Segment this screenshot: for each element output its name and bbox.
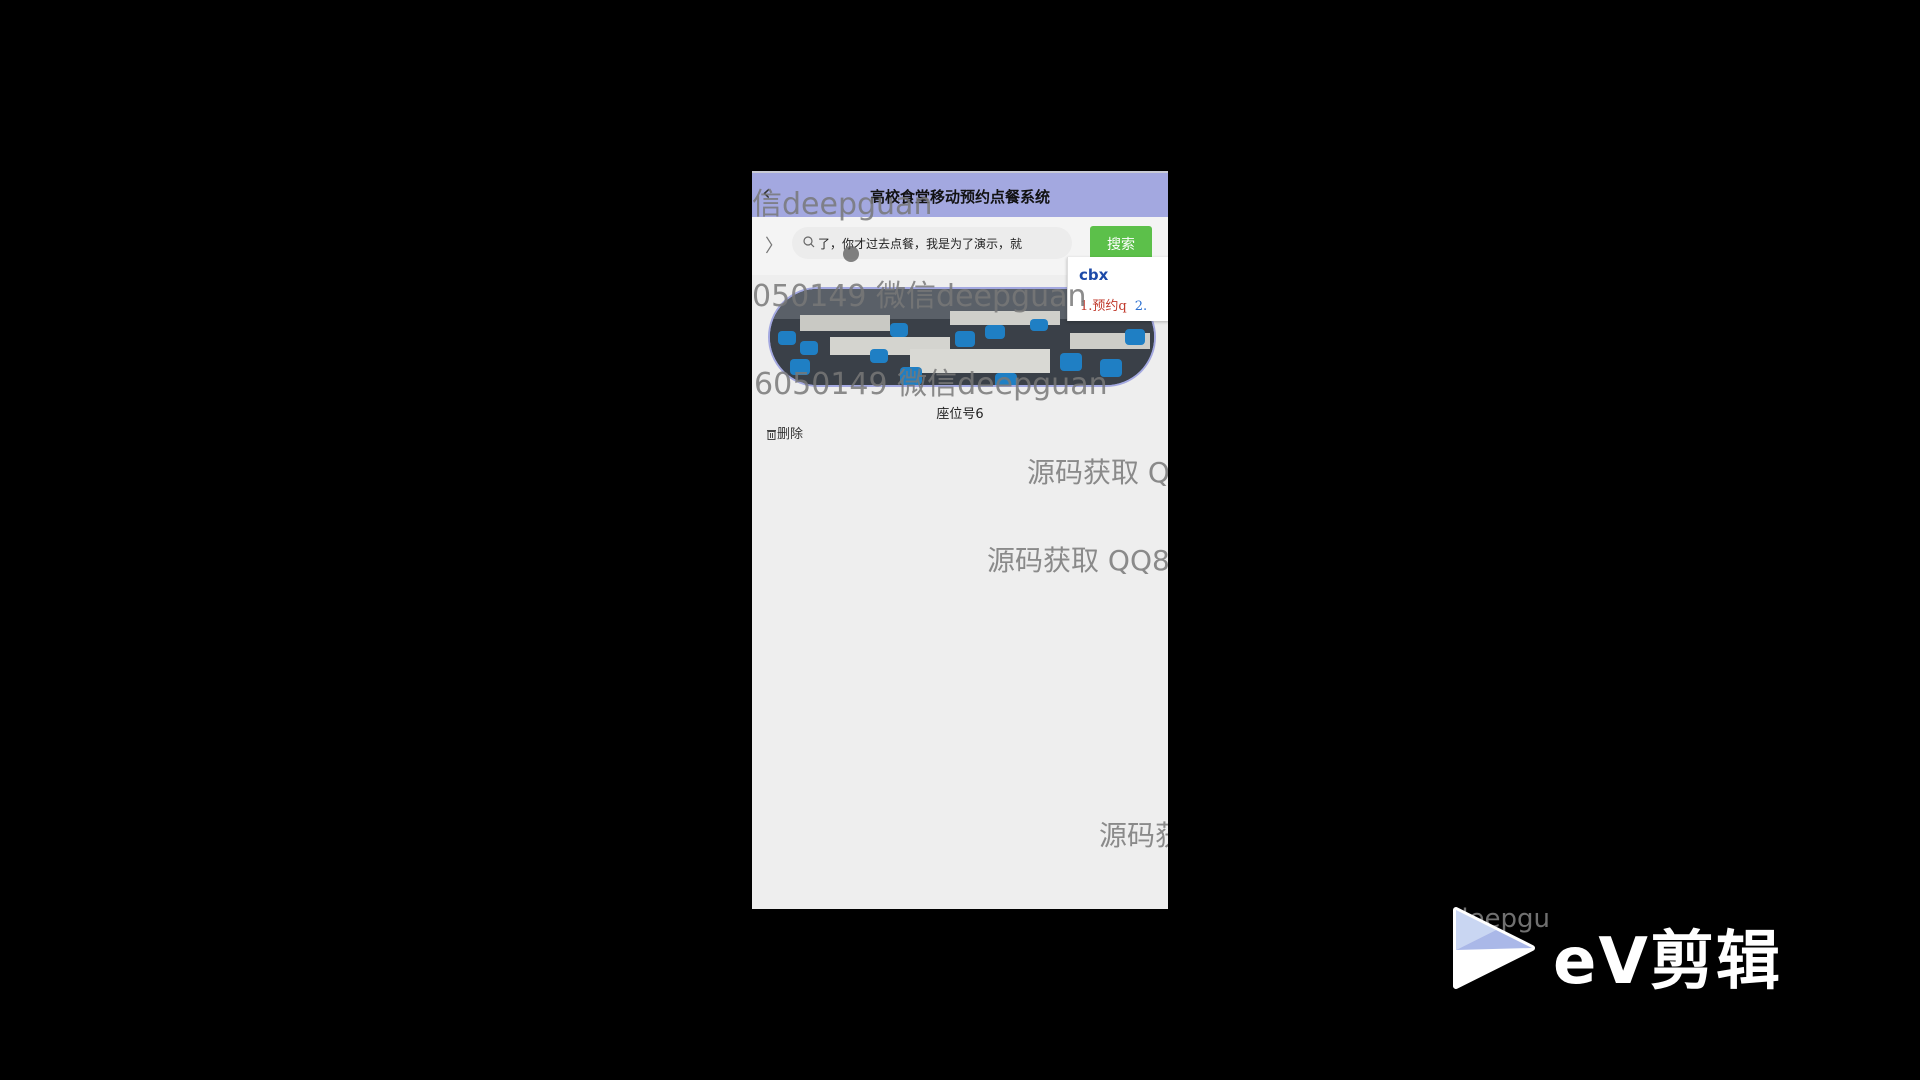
seat-number-label: 座位号6 — [936, 407, 984, 422]
watermark: 源码获取 QQ8 — [987, 544, 1168, 577]
ime-candidate-1[interactable]: 1.预约q — [1080, 299, 1127, 314]
delete-label: 删除 — [777, 427, 804, 442]
watermark: 源码获 — [1099, 819, 1168, 852]
watermark: 6050149 微信deepguan — [754, 367, 1108, 402]
play-logo-icon — [1453, 907, 1535, 989]
chevron-right-icon[interactable]: 〉 — [765, 232, 783, 258]
phone-screen: ‹ 高校食堂移动预约点餐系统 〉 搜索 — [752, 171, 1168, 909]
watermark: 信deepguan — [752, 187, 933, 222]
watermark: 源码获取 Q — [1027, 456, 1168, 489]
search-icon — [803, 236, 815, 248]
touch-cursor — [843, 246, 859, 262]
trash-icon — [767, 430, 776, 440]
search-field[interactable] — [792, 227, 1072, 259]
ev-editor-logo: eV剪辑 — [1452, 906, 1822, 999]
logo-text: eV剪辑 — [1553, 925, 1782, 999]
watermark: 050149 微信deepguan — [752, 279, 1087, 314]
ime-candidate-2[interactable]: 2. — [1135, 299, 1147, 314]
delete-button[interactable]: 删除 — [766, 423, 803, 442]
ime-candidates: 1.预约q 2. — [1080, 295, 1147, 314]
